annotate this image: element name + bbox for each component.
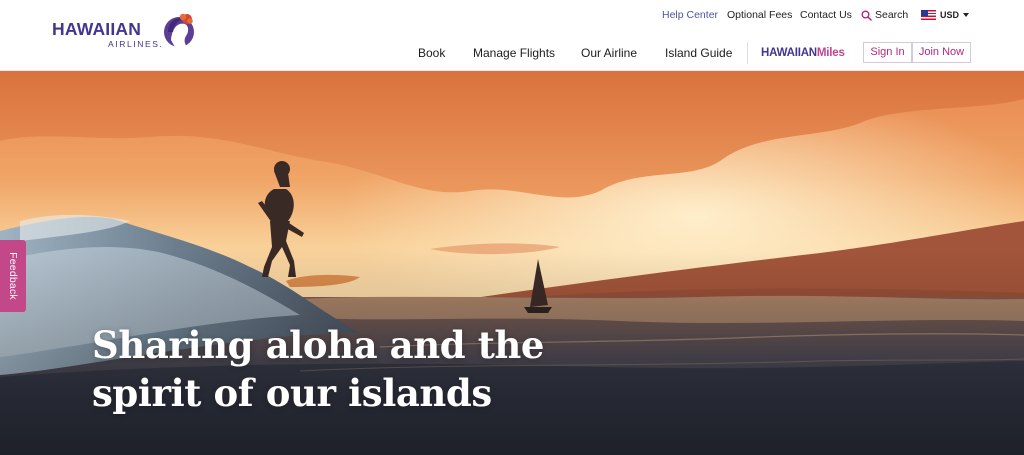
site-header: HAWAIIAN AIRLINES. Help Center Optional …: [0, 0, 1024, 71]
feedback-label: Feedback: [7, 252, 19, 300]
us-flag-icon: [921, 10, 936, 20]
logo-subtitle: AIRLINES.: [108, 39, 164, 49]
hawaiianmiles-link[interactable]: HAWAIIANMiles: [761, 45, 845, 61]
nav-divider: [747, 42, 748, 64]
hero-headline-line-1: Sharing aloha and the: [92, 323, 545, 367]
search-button[interactable]: Search: [861, 8, 908, 22]
optional-fees-link[interactable]: Optional Fees: [727, 8, 792, 22]
pualani-logo-icon: [164, 13, 194, 49]
chevron-down-icon: [963, 13, 970, 17]
help-center-link[interactable]: Help Center: [662, 8, 718, 22]
miles-brand-part1: HAWAIIAN: [761, 47, 817, 59]
nav-island-guide[interactable]: Island Guide: [665, 45, 732, 61]
miles-brand-part2: Miles: [816, 47, 845, 59]
hero-banner: Sharing aloha and the spirit of our isla…: [0, 71, 1024, 455]
logo-wordmark: HAWAIIAN: [52, 19, 142, 39]
feedback-tab[interactable]: Feedback: [0, 240, 26, 312]
nav-book[interactable]: Book: [418, 45, 445, 61]
contact-us-link[interactable]: Contact Us: [800, 8, 852, 22]
hero-headline-line-2: spirit of our islands: [92, 371, 492, 415]
search-icon: [861, 10, 872, 21]
currency-selector[interactable]: USD: [921, 8, 970, 22]
nav-manage-flights[interactable]: Manage Flights: [473, 45, 555, 61]
currency-label: USD: [940, 10, 960, 20]
sign-in-button[interactable]: Sign In: [863, 42, 912, 63]
join-now-button[interactable]: Join Now: [912, 42, 971, 63]
hero-headline: Sharing aloha and the spirit of our isla…: [92, 321, 562, 417]
nav-our-airline[interactable]: Our Airline: [581, 45, 637, 61]
search-label: Search: [875, 9, 909, 21]
hawaiian-airlines-logo[interactable]: HAWAIIAN AIRLINES.: [52, 10, 197, 54]
